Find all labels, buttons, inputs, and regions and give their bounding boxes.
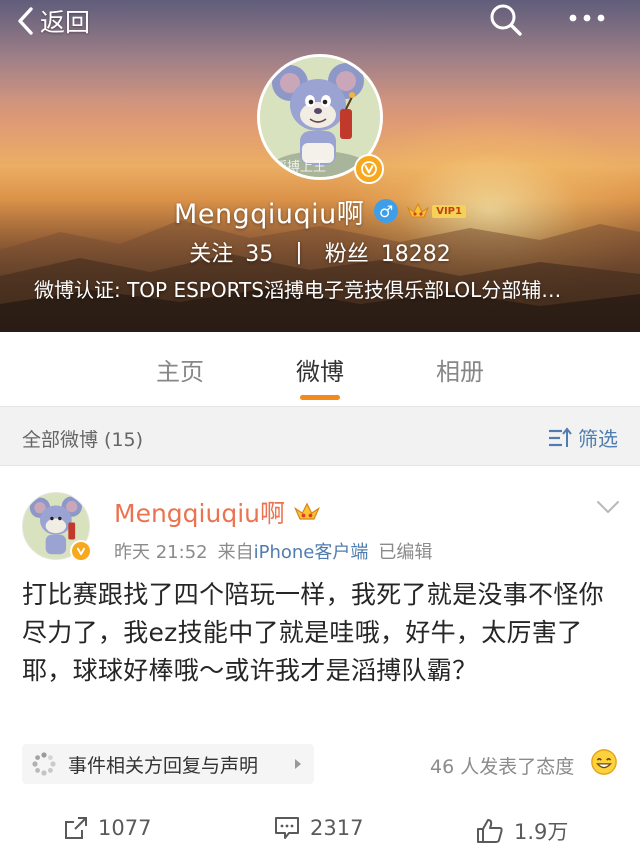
following-stat[interactable]: 关注 35 [189, 236, 273, 268]
topic-icon [32, 752, 56, 776]
search-button[interactable] [488, 2, 524, 38]
post-author: Mengqiuqiu啊 [114, 494, 321, 530]
like-count: 1.9万 [514, 820, 569, 844]
like-button[interactable]: 1.9万 [476, 816, 568, 846]
verified-icon [70, 540, 92, 562]
repost-icon [65, 817, 87, 839]
following-count: 35 [245, 242, 274, 267]
tab-home[interactable]: 主页 [156, 352, 204, 387]
comment-icon [275, 817, 299, 839]
post-author-name[interactable]: Mengqiuqiu啊 [114, 494, 285, 530]
active-tab-indicator [300, 395, 340, 400]
followers-label: 粉丝 [324, 242, 369, 267]
male-icon: ♂ [374, 199, 399, 223]
repost-button[interactable]: 1077 [64, 816, 151, 840]
post-edited-label: 已编辑 [378, 542, 433, 563]
followers-count: 18282 [380, 242, 451, 267]
post-client-link[interactable]: iPhone客户端 [254, 542, 369, 563]
comment-button[interactable]: 2317 [274, 816, 363, 840]
tab-weibo[interactable]: 微博 [296, 352, 344, 387]
back-label: 返回 [40, 8, 91, 37]
following-label: 关注 [189, 242, 234, 267]
vip-crown-icon [293, 502, 321, 520]
chevron-down-icon[interactable] [596, 500, 620, 514]
filter-button[interactable]: 筛选 [548, 423, 618, 452]
post-action-bar: 1077 2317 1.9万 [0, 802, 640, 856]
post-source-prefix: 来自 [217, 542, 254, 563]
vip-crown-icon [407, 202, 430, 218]
search-icon [490, 4, 522, 36]
post-content: 打比赛跟找了四个陪玩一样，我死了就是没事不怪你尽力了，我ez技能中了就是哇哦，好… [22, 580, 604, 685]
more-icon [569, 14, 605, 22]
followers-stat[interactable]: 粉丝 18282 [325, 236, 451, 268]
verified-icon [354, 154, 384, 184]
tab-album[interactable]: 相册 [436, 352, 484, 387]
caret-right-icon [295, 759, 301, 769]
stats-divider: | [295, 239, 303, 265]
vip-badge[interactable]: VIP1 [406, 201, 466, 221]
profile-stats: 关注 35 | 粉丝 18282 [0, 236, 640, 268]
attitude-count[interactable]: 46 人发表了态度 [430, 752, 574, 779]
like-icon [477, 819, 503, 843]
event-statement-link[interactable]: 事件相关方回复与声明 [22, 744, 314, 784]
profile-name: Mengqiuqiu啊 [174, 198, 365, 230]
back-button[interactable]: 返回 [16, 4, 90, 38]
repost-count: 1077 [98, 816, 152, 840]
post-count-label: 全部微博 (15) [22, 429, 144, 451]
chevron-left-icon [18, 7, 33, 35]
vip-level-label: VIP1 [432, 204, 466, 218]
smiley-icon[interactable] [590, 748, 618, 776]
weibo-post: Mengqiuqiu啊 昨天 21:52 来自iPhone客户端 已编辑 打比赛跟找… [0, 466, 640, 856]
profile-name-row: Mengqiuqiu啊 ♂ VIP1 [0, 192, 640, 230]
comment-count: 2317 [310, 816, 364, 840]
post-time: 昨天 21:52 [114, 542, 208, 563]
filter-bar: 全部微博 (15) 筛选 [0, 406, 640, 466]
profile-tabs: 主页 微博 相册 [0, 332, 640, 406]
filter-label: 筛选 [578, 427, 618, 451]
post-meta: 昨天 21:52 来自iPhone客户端 已编辑 [114, 538, 432, 564]
filter-icon [549, 426, 572, 447]
more-button[interactable] [566, 8, 608, 28]
verification-text: 微博认证: TOP ESPORTS滔搏电子竞技俱乐部LOL分部辅… [34, 278, 562, 302]
event-statement-label: 事件相关方回复与声明 [68, 754, 259, 777]
